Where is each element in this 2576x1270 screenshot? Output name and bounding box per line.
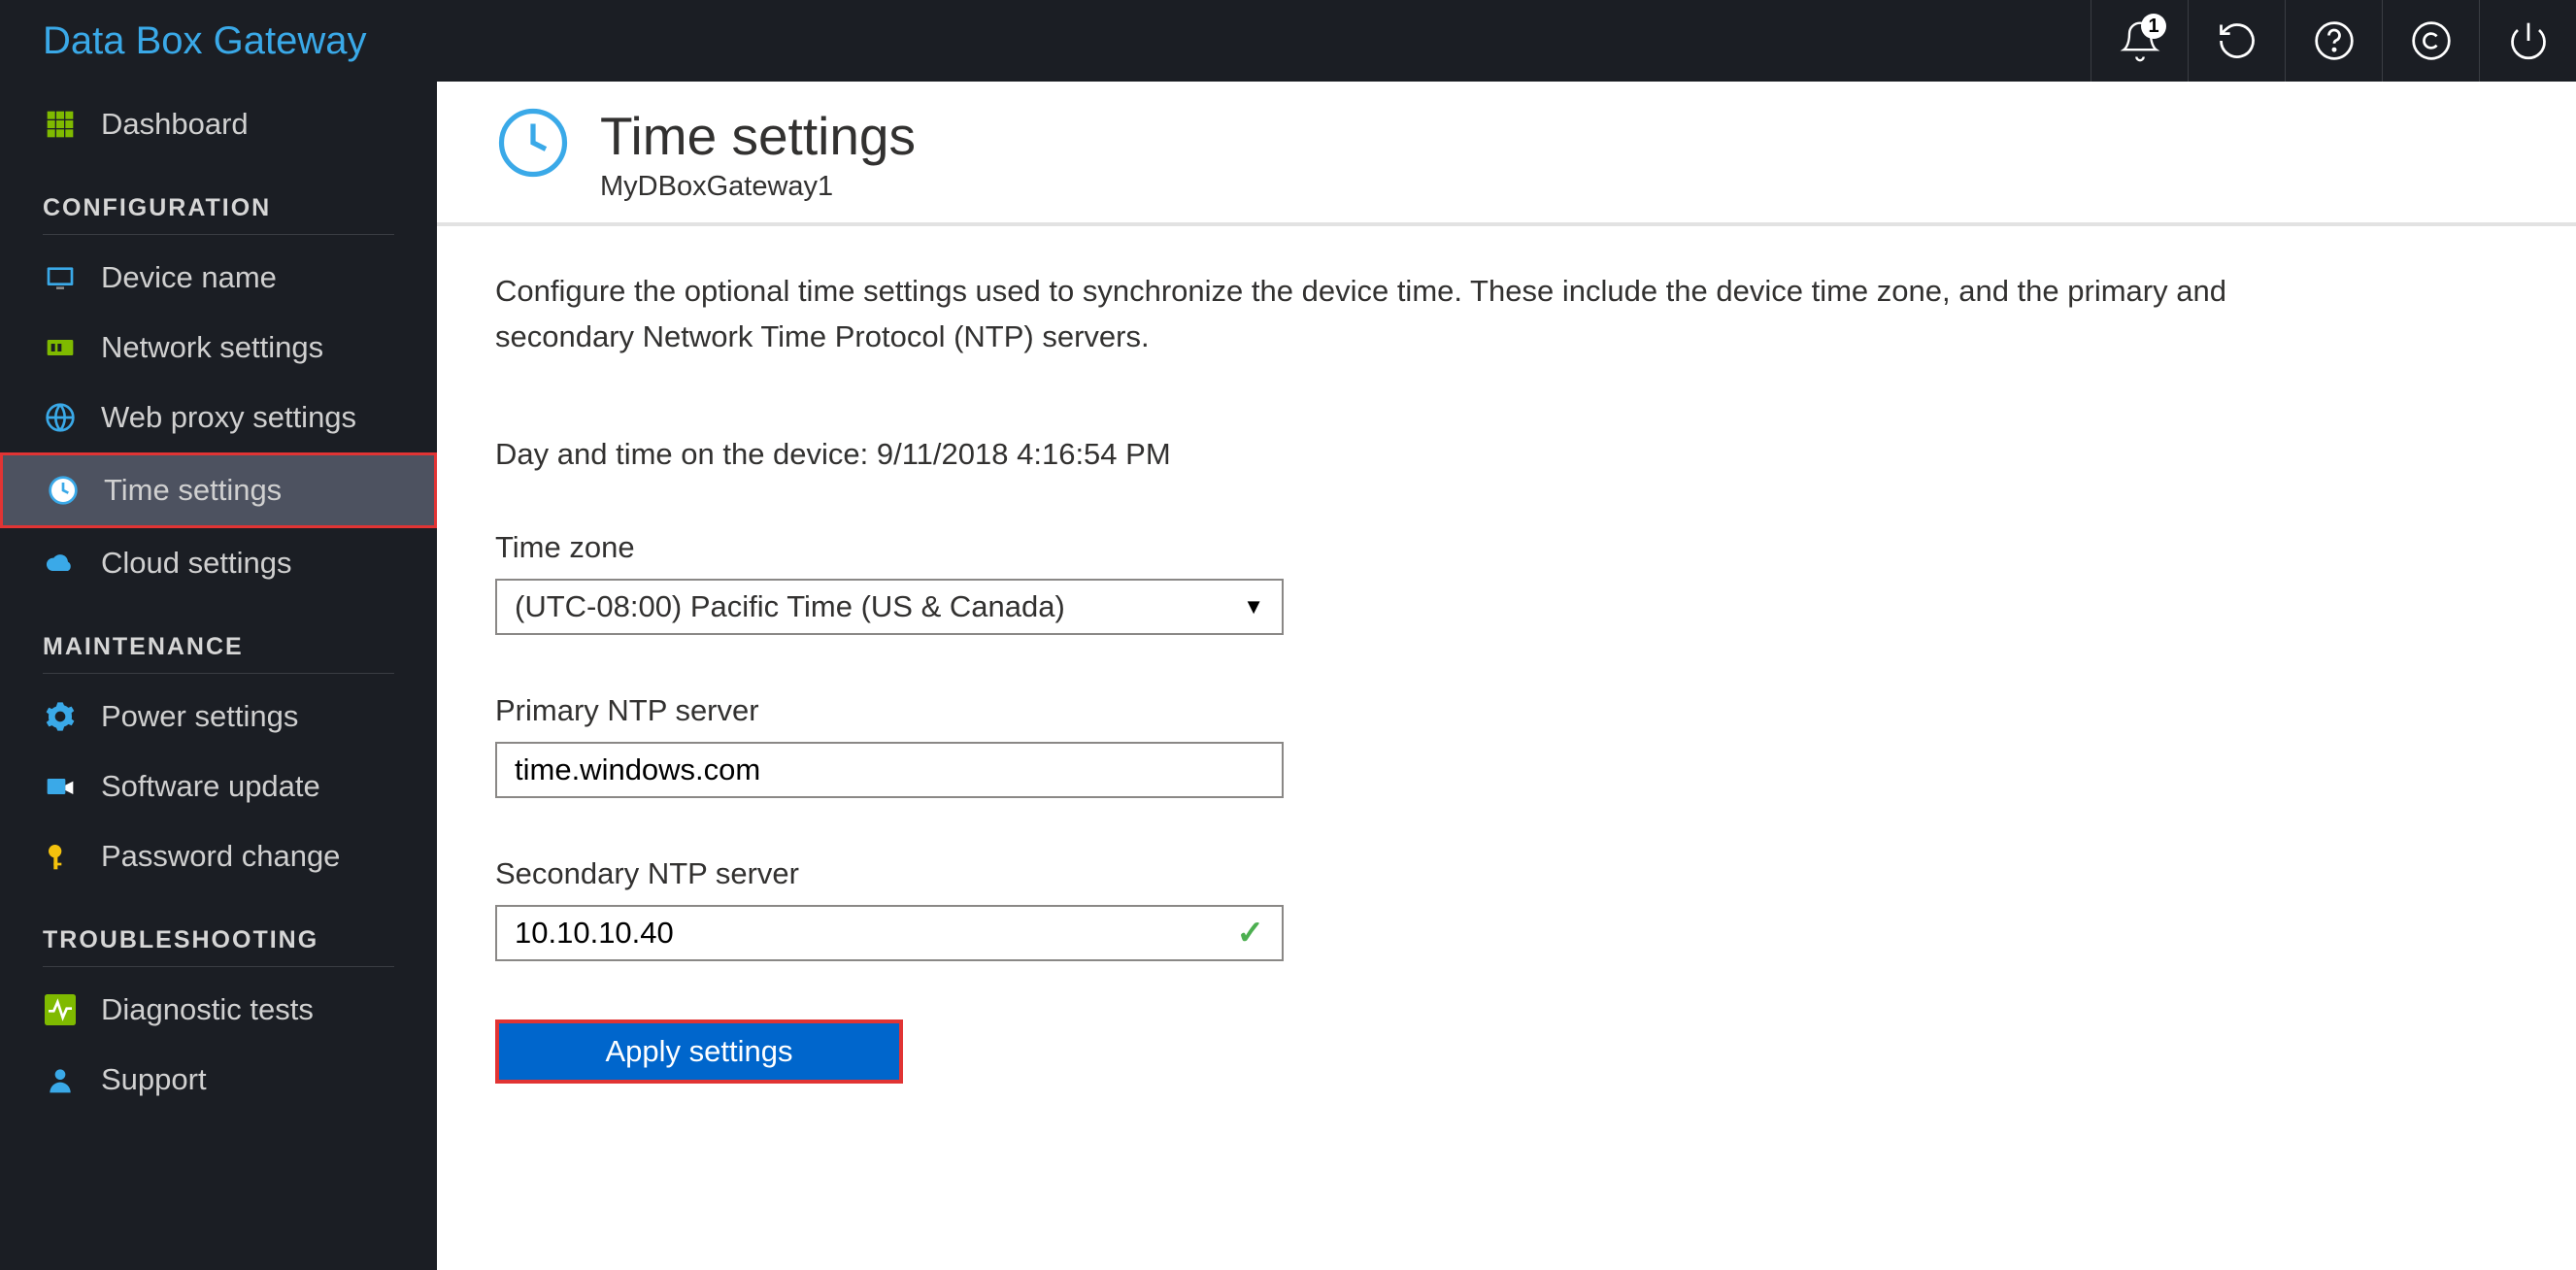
sidebar-item-cloud[interactable]: Cloud settings (0, 528, 437, 598)
sidebar-item-label: Device name (101, 260, 277, 295)
sidebar: Dashboard CONFIGURATION Device name Netw… (0, 82, 437, 1270)
divider (43, 234, 394, 235)
refresh-button[interactable] (2188, 0, 2285, 82)
sidebar-item-label: Network settings (101, 330, 323, 365)
sidebar-item-web-proxy[interactable]: Web proxy settings (0, 383, 437, 452)
page-title: Time settings (600, 105, 916, 167)
sidebar-item-device-name[interactable]: Device name (0, 243, 437, 313)
divider (43, 673, 394, 674)
sidebar-item-label: Password change (101, 839, 340, 874)
notifications-button[interactable]: 1 (2091, 0, 2188, 82)
primary-ntp-field: Primary NTP server (495, 693, 2321, 798)
brand-title: Data Box Gateway (0, 19, 367, 63)
copyright-button[interactable] (2382, 0, 2479, 82)
chevron-down-icon: ▼ (1243, 594, 1264, 619)
sidebar-item-label: Support (101, 1062, 207, 1097)
sidebar-item-label: Cloud settings (101, 546, 291, 581)
sidebar-item-network[interactable]: Network settings (0, 313, 437, 383)
clock-icon (46, 473, 81, 508)
clock-icon (495, 105, 571, 185)
refresh-icon (2216, 19, 2258, 62)
device-time-text: Day and time on the device: 9/11/2018 4:… (495, 437, 2321, 472)
content-area: Configure the optional time settings use… (437, 226, 2379, 1126)
sidebar-item-label: Power settings (101, 699, 298, 734)
sidebar-item-diagnostics[interactable]: Diagnostic tests (0, 975, 437, 1045)
page-header: Time settings MyDBoxGateway1 (437, 82, 2576, 226)
sidebar-item-password[interactable]: Password change (0, 821, 437, 891)
checkmark-icon: ✓ (1237, 914, 1265, 952)
sidebar-item-power[interactable]: Power settings (0, 682, 437, 752)
sidebar-item-support[interactable]: Support (0, 1045, 437, 1115)
main-content: Time settings MyDBoxGateway1 Configure t… (437, 82, 2576, 1270)
update-icon (43, 769, 78, 804)
sidebar-section-maintenance: MAINTENANCE (0, 598, 437, 673)
key-icon (43, 839, 78, 874)
field-label: Secondary NTP server (495, 856, 2321, 891)
power-button[interactable] (2479, 0, 2576, 82)
timezone-field: Time zone (UTC-08:00) Pacific Time (US &… (495, 530, 2321, 635)
field-label: Time zone (495, 530, 2321, 565)
sidebar-item-label: Time settings (104, 473, 282, 508)
cloud-gear-icon (43, 546, 78, 581)
secondary-ntp-field: Secondary NTP server ✓ (495, 856, 2321, 961)
sidebar-section-troubleshooting: TROUBLESHOOTING (0, 891, 437, 966)
primary-ntp-input[interactable] (515, 744, 1264, 796)
gear-icon (43, 699, 78, 734)
sidebar-item-label: Software update (101, 769, 320, 804)
sidebar-item-label: Web proxy settings (101, 400, 356, 435)
sidebar-item-label: Diagnostic tests (101, 992, 314, 1027)
topbar-actions: 1 (2091, 0, 2576, 82)
select-value: (UTC-08:00) Pacific Time (US & Canada) (515, 589, 1065, 624)
timezone-select[interactable]: (UTC-08:00) Pacific Time (US & Canada) ▼ (495, 579, 1284, 635)
notification-badge: 1 (2141, 14, 2166, 39)
primary-ntp-input-wrap (495, 742, 1284, 798)
page-subtitle: MyDBoxGateway1 (600, 171, 916, 203)
sidebar-item-software-update[interactable]: Software update (0, 752, 437, 821)
power-icon (2507, 19, 2550, 62)
apply-settings-button[interactable]: Apply settings (495, 1019, 903, 1084)
sidebar-item-label: Dashboard (101, 107, 249, 142)
sidebar-item-time[interactable]: Time settings (0, 452, 437, 528)
pulse-icon (43, 992, 78, 1027)
sidebar-section-configuration: CONFIGURATION (0, 159, 437, 234)
grid-icon (43, 107, 78, 142)
help-icon (2313, 19, 2356, 62)
page-description: Configure the optional time settings use… (495, 269, 2321, 359)
divider (43, 966, 394, 967)
copyright-icon (2410, 19, 2453, 62)
field-label: Primary NTP server (495, 693, 2321, 728)
secondary-ntp-input-wrap: ✓ (495, 905, 1284, 961)
sidebar-item-dashboard[interactable]: Dashboard (0, 89, 437, 159)
button-label: Apply settings (606, 1034, 793, 1069)
monitor-icon (43, 260, 78, 295)
help-button[interactable] (2285, 0, 2382, 82)
person-icon (43, 1062, 78, 1097)
secondary-ntp-input[interactable] (515, 907, 1237, 959)
globe-icon (43, 400, 78, 435)
topbar: Data Box Gateway 1 (0, 0, 2576, 82)
network-icon (43, 330, 78, 365)
